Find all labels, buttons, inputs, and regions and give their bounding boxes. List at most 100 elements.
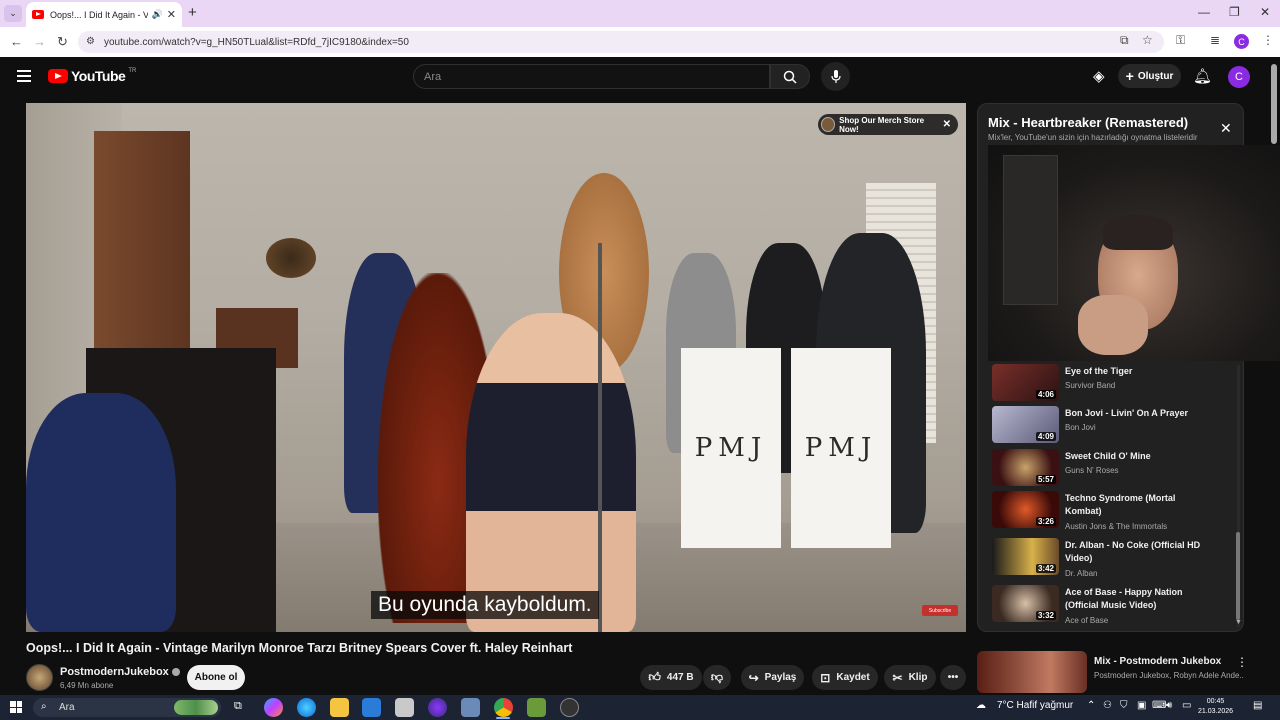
playlist-item-title[interactable]: Sweet Child O' Mine (1065, 450, 1205, 463)
app-icon-5[interactable] (560, 698, 579, 717)
search-icon: ⌕ (41, 701, 47, 712)
bookmark-star-icon[interactable]: ☆ (1142, 33, 1153, 47)
app-icon-1[interactable] (395, 698, 414, 717)
playlist-item[interactable]: 3:26 Techno Syndrome (Mortal Kombat) Aus… (992, 491, 1232, 535)
voice-search-button[interactable] (821, 62, 850, 91)
more-actions-button[interactable]: ••• (940, 665, 966, 690)
notifications-bell-icon[interactable]: 🔔︎ (1193, 67, 1212, 85)
country-code: TR (128, 68, 137, 74)
save-button[interactable]: ⊡ Kaydet (812, 665, 878, 690)
recommended-video[interactable]: Mix - Postmodern Jukebox Postmodern Juke… (977, 651, 1267, 693)
merch-close-icon[interactable]: ✕ (943, 119, 951, 130)
like-button[interactable]: 👍︎ 447 B (640, 665, 702, 690)
video-player[interactable]: PMJ PMJ Shop Our Merch Store Now! ✕ Bu o… (26, 103, 966, 632)
copilot-icon[interactable] (264, 698, 283, 717)
back-icon[interactable]: ← (10, 34, 23, 49)
media-controls-icon[interactable]: ≣ (1210, 33, 1220, 47)
restore-icon[interactable]: ❐ (1229, 5, 1240, 19)
close-window-icon[interactable]: ✕ (1260, 5, 1270, 19)
playlist-item-thumbnail[interactable]: 3:42 (992, 538, 1059, 575)
search-input[interactable]: Ara (413, 64, 770, 89)
store-icon[interactable] (362, 698, 381, 717)
video-frame-gramophone (266, 238, 316, 278)
app-icon-4[interactable] (527, 698, 546, 717)
youtube-logo[interactable]: YouTube TR (48, 68, 136, 84)
search-button[interactable] (770, 64, 810, 89)
playlist-item-title[interactable]: Dr. Alban - No Coke (Official HD Video) (1065, 539, 1205, 565)
clock-time: 00:45 (1206, 698, 1225, 705)
browser-tab-active[interactable]: Oops!... I Did It Again - Vint 🔊 ✕ (26, 2, 182, 27)
taskbar-search[interactable]: ⌕ Ara (33, 698, 221, 717)
address-bar[interactable]: ⚙ youtube.com/watch?v=g_HN50TLual&list=R… (78, 31, 1164, 53)
browser-profile-avatar[interactable]: C (1234, 34, 1249, 49)
scroll-down-icon[interactable]: ▼ (1235, 619, 1242, 626)
playlist-item-title[interactable]: Techno Syndrome (Mortal Kombat) (1065, 492, 1205, 518)
install-app-icon[interactable]: ⧉ (1120, 33, 1129, 48)
clip-button[interactable]: ✂ Klip (884, 665, 936, 690)
playlist-item-thumbnail[interactable]: 5:57 (992, 449, 1059, 486)
notification-center-icon[interactable]: ▤ (1253, 700, 1262, 711)
playlist-item[interactable]: 3:42 Dr. Alban - No Coke (Official HD Vi… (992, 538, 1232, 582)
site-info-icon[interactable]: ⚙ (86, 36, 95, 47)
playlist-item[interactable]: 3:32 Ace of Base - Happy Nation (Officia… (992, 585, 1232, 629)
webcam-person-hair (1103, 215, 1173, 250)
weather-text[interactable]: 7°C Hafif yağmur (997, 700, 1073, 711)
app-icon-3[interactable] (461, 698, 480, 717)
cast-icon[interactable]: ◈ (1093, 67, 1105, 85)
tray-icon-2[interactable]: ⛉ (1120, 700, 1128, 711)
tab-close-icon[interactable]: ✕ (167, 8, 176, 21)
playlist-item-thumbnail[interactable]: 3:32 (992, 585, 1059, 622)
subscribe-watermark[interactable]: Subscribe (922, 605, 958, 616)
network-icon[interactable]: ⌨ (1152, 700, 1166, 711)
playlist-item-thumbnail[interactable]: 3:26 (992, 491, 1059, 528)
chrome-icon[interactable] (494, 698, 513, 717)
playlist-item[interactable]: 4:06 Eye of the Tiger Survivor Band (992, 364, 1232, 404)
playlist-item[interactable]: 4:09 Bon Jovi - Livin' On A Prayer Bon J… (992, 406, 1232, 446)
new-tab-button[interactable]: + (188, 4, 197, 21)
forward-icon[interactable]: → (33, 34, 46, 49)
recommended-video-title[interactable]: Mix - Postmodern Jukebox (1094, 656, 1221, 667)
share-button[interactable]: ↪ Paylaş (741, 665, 804, 690)
playlist-close-icon[interactable]: ✕ (1220, 120, 1232, 137)
page-scrollbar[interactable] (1271, 64, 1277, 144)
tab-search-button[interactable]: ⌄ (4, 5, 22, 22)
playlist-item-title[interactable]: Eye of the Tiger (1065, 365, 1205, 378)
merch-store-banner[interactable]: Shop Our Merch Store Now! ✕ (818, 114, 958, 135)
channel-name[interactable]: PostmodernJukebox (60, 666, 169, 678)
reload-icon[interactable]: ↻ (57, 34, 68, 50)
windows-start-icon[interactable] (10, 701, 22, 713)
tray-icon-3[interactable]: ▣ (1137, 700, 1146, 711)
create-button[interactable]: + Oluştur (1118, 64, 1181, 88)
channel-avatar[interactable] (26, 664, 53, 691)
thumbs-up-icon: 👍︎ (648, 670, 661, 684)
dislike-button[interactable]: 👎︎ (703, 665, 731, 690)
playlist-item-thumbnail[interactable]: 4:06 (992, 364, 1059, 401)
app-icon-2[interactable] (428, 698, 447, 717)
channel-name-row[interactable]: PostmodernJukebox (60, 666, 180, 678)
file-explorer-icon[interactable] (330, 698, 349, 717)
recommended-video-thumbnail[interactable] (977, 651, 1087, 693)
tray-icon-1[interactable]: ⚇ (1103, 700, 1112, 711)
playlist-scrollbar[interactable] (1236, 532, 1240, 620)
edge-icon[interactable] (297, 698, 316, 717)
subscribe-button[interactable]: Abone ol (187, 665, 245, 690)
menu-hamburger-icon[interactable] (17, 70, 31, 82)
extensions-icon[interactable]: ⚿ (1176, 33, 1185, 48)
playlist-item-title[interactable]: Ace of Base - Happy Nation (Official Mus… (1065, 586, 1205, 612)
tray-overflow-icon[interactable]: ⌃ (1087, 700, 1095, 711)
taskbar-clock[interactable]: 00:45 21.03.2026 (1198, 697, 1233, 717)
save-label: Kaydet (836, 672, 870, 683)
audio-playing-icon[interactable]: 🔊 (152, 9, 163, 20)
minimize-icon[interactable]: — (1198, 5, 1210, 19)
battery-icon[interactable]: ▭ (1182, 700, 1191, 711)
more-vertical-icon[interactable]: ⋮ (1236, 655, 1248, 669)
playlist-item[interactable]: 5:57 Sweet Child O' Mine Guns N' Roses (992, 449, 1232, 489)
playlist-item-thumbnail[interactable]: 4:09 (992, 406, 1059, 443)
browser-menu-icon[interactable]: ⋮ (1262, 33, 1274, 47)
playlist-item-title[interactable]: Bon Jovi - Livin' On A Prayer (1065, 407, 1205, 420)
weather-icon[interactable]: ☁ (976, 700, 986, 711)
volume-icon[interactable]: 🔊︎ (1166, 700, 1172, 711)
task-view-icon[interactable]: ⧉ (234, 700, 242, 713)
microphone-icon (830, 69, 841, 83)
account-avatar[interactable]: C (1228, 66, 1250, 88)
